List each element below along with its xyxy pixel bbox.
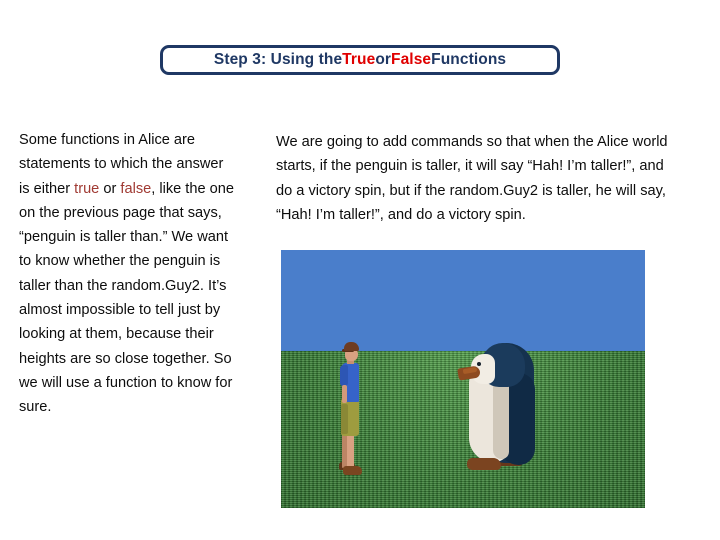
left-keyword-true: true — [74, 180, 100, 197]
man-shorts-shadow — [341, 404, 348, 434]
penguin-front-foot — [467, 458, 501, 470]
title-segment-2: or — [375, 51, 392, 68]
left-text-run-3: , like the one on the previous page that… — [19, 180, 234, 416]
right-text-column: We are going to add commands so that whe… — [276, 134, 668, 223]
man-hair — [344, 342, 359, 351]
man-front-leg — [347, 434, 354, 469]
title-segment-1: Step 3: Using the — [213, 51, 343, 68]
title-keyword-true: True — [342, 51, 376, 68]
title-keyword-false: False — [391, 51, 432, 68]
page-title-banner: Step 3: Using the True or False Function… — [160, 45, 560, 75]
sky-background — [281, 250, 645, 351]
alice-world-screenshot — [281, 250, 645, 508]
title-segment-3: Functions — [431, 51, 507, 68]
penguin-character — [457, 343, 539, 476]
man-arm — [342, 385, 347, 403]
left-keyword-false: false — [120, 180, 152, 197]
man-sleeve — [340, 365, 348, 386]
left-text-column: Some functions in Alice are statements t… — [19, 128, 234, 420]
man-front-shoe — [343, 466, 362, 475]
penguin-eye — [477, 362, 481, 366]
random-guy2-character — [336, 342, 366, 475]
left-text-run-2: or — [99, 180, 121, 197]
